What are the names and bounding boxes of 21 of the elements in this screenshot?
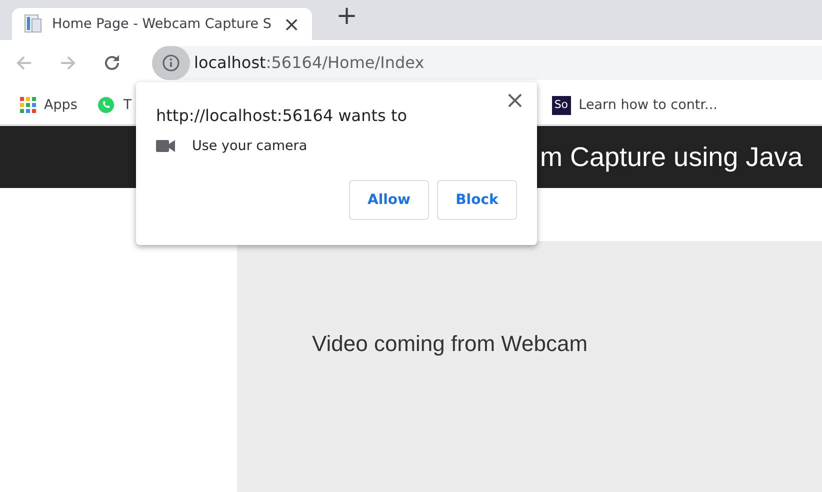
- document-icon: [24, 14, 42, 34]
- close-button[interactable]: ×: [283, 9, 300, 39]
- bookmark[interactable]: Apps: [20, 94, 78, 116]
- new-tab-button[interactable]: +: [336, 0, 358, 36]
- video-area: Video coming from Webcam: [237, 241, 822, 492]
- bookmark[interactable]: So Learn how to contr...: [552, 94, 718, 116]
- browser-tab[interactable]: Home Page - Webcam Capture S ×: [12, 8, 312, 40]
- block-button[interactable]: Block: [437, 180, 517, 220]
- permission-request: Use your camera: [192, 137, 308, 156]
- apps-grid-icon: [20, 97, 36, 113]
- tab-title: Home Page - Webcam Capture S: [52, 14, 272, 34]
- dialog-title: http://localhost:56164 wants to: [156, 105, 408, 127]
- bookmark[interactable]: T: [97, 94, 132, 116]
- allow-button[interactable]: Allow: [349, 180, 429, 220]
- so-icon: So: [552, 96, 571, 114]
- url-text: localhost:56164/Home/Index: [194, 52, 424, 74]
- info-icon[interactable]: [162, 54, 180, 72]
- video-camera-icon: [156, 139, 176, 154]
- close-button[interactable]: ×: [504, 88, 525, 112]
- address-bar[interactable]: localhost:56164/Home/Index: [152, 46, 822, 80]
- reload-icon[interactable]: [102, 53, 122, 73]
